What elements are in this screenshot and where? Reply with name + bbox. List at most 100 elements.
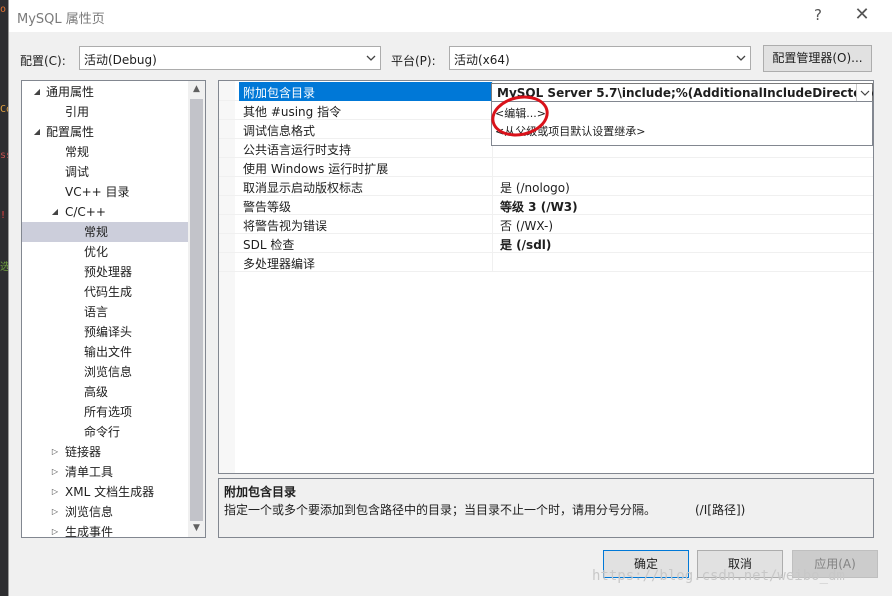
tree-item-label: 命令行	[84, 425, 121, 439]
tree-item-label: 浏览信息	[84, 365, 133, 379]
tree-item-output-files[interactable]: 输出文件	[22, 342, 188, 362]
tree-item-label: 所有选项	[84, 405, 133, 419]
tree-item-label: 链接器	[65, 445, 102, 459]
tree-item-label: 浏览信息	[65, 505, 114, 519]
property-name: 将警告视为错误	[243, 219, 328, 233]
tree-item-label: 代码生成	[84, 285, 133, 299]
tree-item-label: 优化	[84, 245, 109, 259]
help-button[interactable]: ?	[803, 4, 833, 26]
property-row-warning-level[interactable]: 警告等级 等级 3 (/W3)	[219, 196, 873, 215]
description-panel: 附加包含目录 指定一个或多个要添加到包含路径中的目录；当目录不止一个时，请用分号…	[218, 478, 874, 538]
watermark: https://blog.csdn.net/weibo_dm	[592, 568, 845, 584]
property-value-editor[interactable]: MySQL Server 5.7\include;%(AdditionalInc…	[491, 83, 873, 102]
tree-item-linker[interactable]: ▷ 链接器	[22, 442, 188, 462]
chevron-down-icon	[736, 55, 746, 61]
config-label: 配置(C):	[20, 54, 66, 68]
tree-scrollbar[interactable]: ▲ ▼	[188, 81, 205, 537]
property-name: 公共语言运行时支持	[243, 143, 352, 157]
value-dropdown-button[interactable]	[856, 84, 872, 101]
tree-item-vc-directories[interactable]: VC++ 目录	[22, 182, 188, 202]
tree-item-cpp-general[interactable]: 常规	[22, 222, 188, 242]
property-pages-dialog: MySQL 属性页 ? ✕ 配置(C): 活动(Debug) 平台(P): 活动…	[8, 0, 892, 596]
expand-icon[interactable]: ◢	[32, 82, 42, 102]
tree-item-label: 输出文件	[84, 345, 133, 359]
tree-item-command-line[interactable]: 命令行	[22, 422, 188, 442]
expand-icon[interactable]: ▷	[50, 462, 60, 482]
configuration-manager-button[interactable]: 配置管理器(O)...	[763, 45, 872, 72]
tree-item-label: XML 文档生成器	[65, 485, 155, 499]
chevron-down-icon	[860, 90, 870, 96]
tree-item-preprocessor[interactable]: 预处理器	[22, 262, 188, 282]
expand-icon[interactable]: ▷	[50, 502, 60, 522]
property-row-additional-include-dirs[interactable]: 附加包含目录 MySQL Server 5.7\include;%(Additi…	[219, 82, 873, 102]
property-value-text[interactable]: MySQL Server 5.7\include;%(AdditionalInc…	[497, 86, 873, 100]
property-row-multi-processor[interactable]: 多处理器编译	[219, 253, 873, 272]
property-value[interactable]: 等级 3 (/W3)	[500, 198, 578, 215]
tree-item-xml-doc-generator[interactable]: ▷ XML 文档生成器	[22, 482, 188, 502]
expand-icon[interactable]: ▷	[50, 482, 60, 502]
tree-item-label: 预编译头	[84, 325, 133, 339]
tree-item-precompiled-headers[interactable]: 预编译头	[22, 322, 188, 342]
tree-item-cpp[interactable]: ◢ C/C++	[22, 202, 188, 222]
description-switch: (/I[路径])	[695, 503, 746, 517]
platform-label: 平台(P):	[391, 54, 436, 68]
property-tree[interactable]: ◢ 通用属性 引用 ◢ 配置属性 常规 调试 VC++ 目录 ◢ C/C++ 常…	[21, 80, 206, 538]
platform-select[interactable]: 活动(x64)	[449, 46, 751, 70]
config-select[interactable]: 活动(Debug)	[79, 46, 381, 70]
tree-item-label: 生成事件	[65, 525, 114, 538]
expand-icon[interactable]: ◢	[32, 122, 42, 142]
expand-icon[interactable]: ▷	[50, 442, 60, 462]
property-name: 调试信息格式	[243, 124, 316, 138]
property-value[interactable]: 否 (/WX-)	[500, 217, 553, 234]
tree-item-label: 引用	[65, 105, 90, 119]
tree-item-label: 预处理器	[84, 265, 133, 279]
tree-item-label: 常规	[84, 225, 109, 239]
expand-icon[interactable]: ▷	[50, 522, 60, 537]
scroll-down-icon[interactable]: ▼	[188, 520, 205, 537]
tree-item-references[interactable]: 引用	[22, 102, 188, 122]
tree-item-general[interactable]: 常规	[22, 142, 188, 162]
tree-item-common-properties[interactable]: ◢ 通用属性	[22, 82, 188, 102]
tree-item-manifest-tool[interactable]: ▷ 清单工具	[22, 462, 188, 482]
tree-item-debugging[interactable]: 调试	[22, 162, 188, 182]
bg-fragment: o	[0, 4, 7, 15]
tree-item-label: VC++ 目录	[65, 185, 130, 199]
bg-fragment: !	[0, 210, 7, 221]
config-value: 活动(Debug)	[84, 53, 157, 67]
tree-item-label: 配置属性	[46, 125, 95, 139]
tree-item-browse-information-2[interactable]: ▷ 浏览信息	[22, 502, 188, 522]
value-dropdown-list[interactable]: <编辑...> <从父级或项目默认设置继承>	[491, 101, 873, 146]
property-row-sdl-checks[interactable]: SDL 检查 是 (/sdl)	[219, 234, 873, 253]
tree-item-language[interactable]: 语言	[22, 302, 188, 322]
property-name: 使用 Windows 运行时扩展	[243, 162, 389, 176]
tree-item-browse-information[interactable]: 浏览信息	[22, 362, 188, 382]
tree-item-optimization[interactable]: 优化	[22, 242, 188, 262]
title-bar: MySQL 属性页 ? ✕	[9, 0, 892, 32]
property-name: 多处理器编译	[243, 257, 316, 271]
property-value[interactable]: 是 (/nologo)	[500, 179, 570, 196]
property-name: 取消显示启动版权标志	[243, 181, 364, 195]
scroll-thumb[interactable]	[190, 99, 203, 521]
close-button[interactable]: ✕	[847, 4, 877, 26]
property-row-suppress-banner[interactable]: 取消显示启动版权标志 是 (/nologo)	[219, 177, 873, 196]
tree-item-label: 调试	[65, 165, 90, 179]
tree-item-label: 高级	[84, 385, 109, 399]
tree-item-label: C/C++	[65, 205, 106, 219]
description-title: 附加包含目录	[224, 485, 297, 499]
tree-item-all-options[interactable]: 所有选项	[22, 402, 188, 422]
tree-item-configuration-properties[interactable]: ◢ 配置属性	[22, 122, 188, 142]
property-name: 其他 #using 指令	[243, 105, 342, 119]
tree-item-label: 清单工具	[65, 465, 114, 479]
property-name: 附加包含目录	[243, 86, 316, 100]
expand-icon[interactable]: ◢	[50, 202, 60, 222]
property-name: 警告等级	[243, 200, 292, 214]
property-row-warnings-as-errors[interactable]: 将警告视为错误 否 (/WX-)	[219, 215, 873, 234]
tree-item-code-generation[interactable]: 代码生成	[22, 282, 188, 302]
scroll-up-icon[interactable]: ▲	[188, 81, 205, 98]
tree-item-advanced[interactable]: 高级	[22, 382, 188, 402]
property-value[interactable]: 是 (/sdl)	[500, 236, 551, 253]
tree-item-label: 语言	[84, 305, 109, 319]
tree-item-build-events[interactable]: ▷ 生成事件	[22, 522, 188, 538]
property-row-windows-runtime-ext[interactable]: 使用 Windows 运行时扩展	[219, 158, 873, 177]
chevron-down-icon	[366, 55, 376, 61]
